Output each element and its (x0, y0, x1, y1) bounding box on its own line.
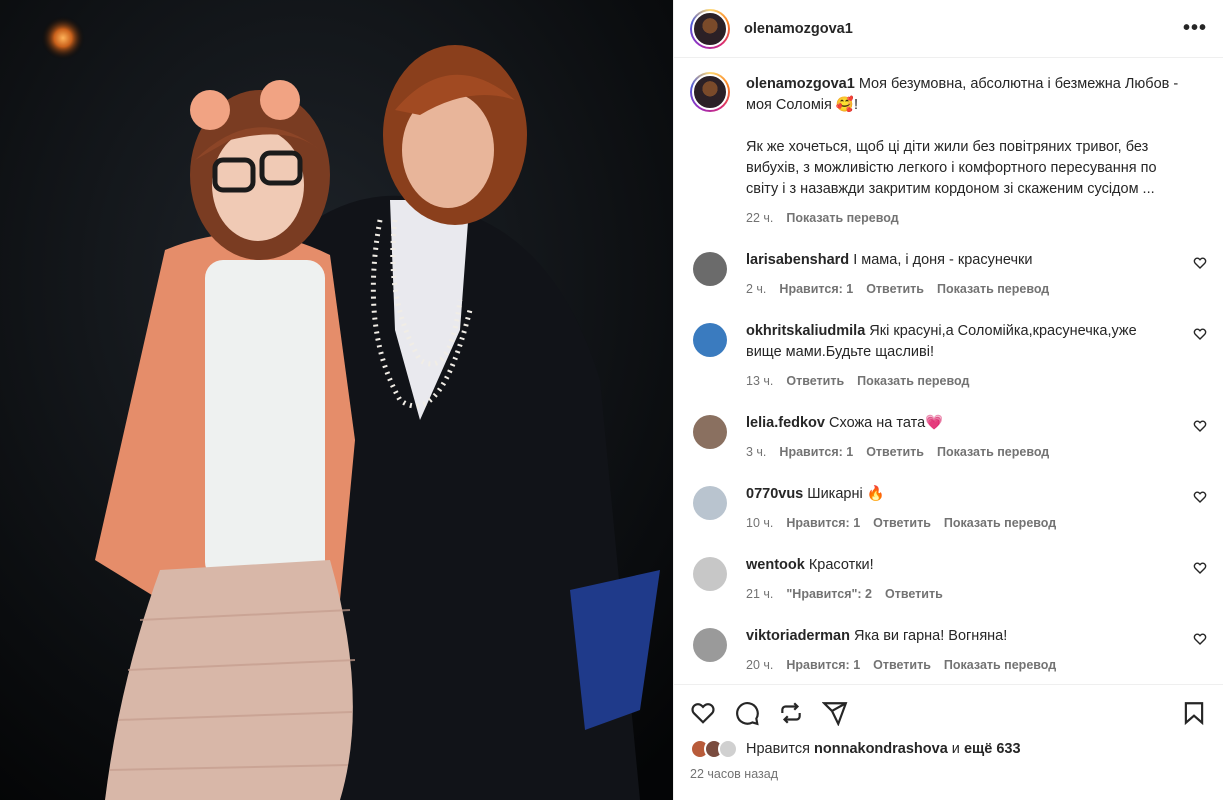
comment-meta: 13 ч. Ответить Показать перевод (746, 371, 1156, 392)
post-caption: olenamozgova1 Моя безумовна, абсолютна і… (690, 72, 1207, 229)
bookmark-icon[interactable] (1181, 700, 1207, 726)
comment-translate-link[interactable]: Показать перевод (937, 279, 1049, 300)
comment-username[interactable]: wentook (746, 557, 805, 573)
comment-username[interactable]: 0770vus (746, 486, 803, 502)
post-photo[interactable] (0, 0, 673, 800)
heart-icon[interactable] (690, 700, 716, 726)
comment-likes[interactable]: Нравится: 1 (786, 513, 860, 534)
heart-icon[interactable] (1193, 327, 1207, 341)
comment-reply-link[interactable]: Ответить (866, 442, 924, 463)
comment-time: 13 ч. (746, 374, 774, 388)
comment-meta: 3 ч. Нравится: 1 Ответить Показать перевод (746, 442, 1156, 463)
post-header: olenamozgova1 ••• (674, 0, 1223, 58)
comment-translate-link[interactable]: Показать перевод (944, 513, 1056, 534)
heart-icon[interactable] (1193, 256, 1207, 270)
comment-meta: 10 ч. Нравится: 1 Ответить Показать перевод (746, 513, 1156, 534)
caption-avatar[interactable] (690, 72, 730, 112)
comment-likes[interactable]: "Нравится": 2 (786, 584, 872, 605)
comment-avatar[interactable] (693, 486, 727, 520)
comment-avatar[interactable] (693, 252, 727, 286)
post-photo-illustration (0, 0, 673, 800)
likers-avatars[interactable] (690, 739, 738, 759)
comment-username[interactable]: larisabenshard (746, 252, 849, 268)
likes-prefix: Нравится (746, 741, 810, 757)
comment-text: Яка ви гарна! Вогняна! (854, 628, 1008, 644)
comment-time: 20 ч. (746, 658, 774, 672)
share-icon[interactable] (822, 700, 848, 726)
comments-section: olenamozgova1 Моя безумовна, абсолютна і… (674, 58, 1223, 684)
comment-likes[interactable]: Нравится: 1 (779, 442, 853, 463)
comment-text: І мама, і доня - красунечки (853, 252, 1033, 268)
author-username[interactable]: olenamozgova1 (744, 21, 853, 37)
comment-likes[interactable]: Нравится: 1 (779, 279, 853, 300)
caption-text-2: Як же хочеться, щоб ці діти жили без пов… (746, 139, 1157, 197)
comment-icon[interactable] (734, 700, 760, 726)
author-avatar[interactable] (690, 8, 730, 49)
comment-reply-link[interactable]: Ответить (786, 371, 844, 392)
comment-item: 0770vus Шикарні 🔥 10 ч. Нравится: 1 Ответи… (690, 484, 1207, 534)
post-time-full: 22 часов назад (690, 767, 778, 781)
comment-avatar[interactable] (693, 415, 727, 449)
comment-reply-link[interactable]: Ответить (866, 279, 924, 300)
likes-more[interactable]: ещё 633 (964, 741, 1021, 757)
comment-translate-link[interactable]: Показать перевод (937, 442, 1049, 463)
heart-icon[interactable] (1193, 561, 1207, 575)
caption-translate-link[interactable]: Показать перевод (786, 208, 898, 229)
heart-icon[interactable] (1193, 632, 1207, 646)
comment-meta: 21 ч. "Нравится": 2 Ответить (746, 584, 1156, 605)
comment-translate-link[interactable]: Показать перевод (857, 371, 969, 392)
comment-avatar[interactable] (693, 557, 727, 591)
comment-translate-link[interactable]: Показать перевод (944, 655, 1056, 676)
comment-reply-link[interactable]: Ответить (873, 655, 931, 676)
comment-item: lelia.fedkov Схожа на тата💗 3 ч. Нравится… (690, 413, 1207, 463)
action-bar: Нравится nonnakondrashova и ещё 633 22 ч… (674, 684, 1223, 800)
comment-time: 3 ч. (746, 445, 767, 459)
comment-reply-link[interactable]: Ответить (885, 584, 943, 605)
comment-text: Схожа на тата💗 (829, 415, 944, 431)
comment-username[interactable]: viktoriaderman (746, 628, 850, 644)
likes-user[interactable]: nonnakondrashova (814, 741, 948, 757)
caption-meta: 22 ч. Показать перевод (746, 208, 1186, 229)
comment-meta: 2 ч. Нравится: 1 Ответить Показать перевод (746, 279, 1156, 300)
comment-item: larisabenshard І мама, і доня - красунеч… (690, 250, 1207, 300)
comment-meta: 20 ч. Нравится: 1 Ответить Показать перевод (746, 655, 1156, 676)
comment-item: viktoriaderman Яка ви гарна! Вогняна! 20… (690, 626, 1207, 676)
post-panel: olenamozgova1 ••• olenamozgova1 Моя безу… (673, 0, 1223, 800)
caption-username[interactable]: olenamozgova1 (746, 76, 855, 92)
comment-username[interactable]: okhritskaliudmila (746, 323, 865, 339)
comment-item: okhritskaliudmila Які красуні,а Соломійк… (690, 321, 1207, 392)
comment-likes[interactable]: Нравится: 1 (786, 655, 860, 676)
comment-time: 2 ч. (746, 282, 767, 296)
heart-icon[interactable] (1193, 490, 1207, 504)
comment-text: Красотки! (808, 557, 874, 573)
repost-icon[interactable] (778, 700, 804, 726)
comment-avatar[interactable] (693, 323, 727, 357)
more-horizontal-icon[interactable]: ••• (1183, 17, 1207, 40)
comment-username[interactable]: lelia.fedkov (746, 415, 825, 431)
comment-item: wentook Красотки! 21 ч. "Нравится": 2 Отве… (690, 555, 1207, 605)
likes-and: и (951, 741, 960, 757)
comment-text: Шикарні 🔥 (807, 486, 885, 502)
likes-summary: Нравится nonnakondrashova и ещё 633 (690, 739, 1207, 759)
caption-time: 22 ч. (746, 211, 774, 225)
comment-avatar[interactable] (693, 628, 727, 662)
comment-time: 21 ч. (746, 587, 774, 601)
heart-icon[interactable] (1193, 419, 1207, 433)
comment-list: larisabenshard І мама, і доня - красунеч… (690, 250, 1207, 676)
comment-reply-link[interactable]: Ответить (873, 513, 931, 534)
comment-time: 10 ч. (746, 516, 774, 530)
